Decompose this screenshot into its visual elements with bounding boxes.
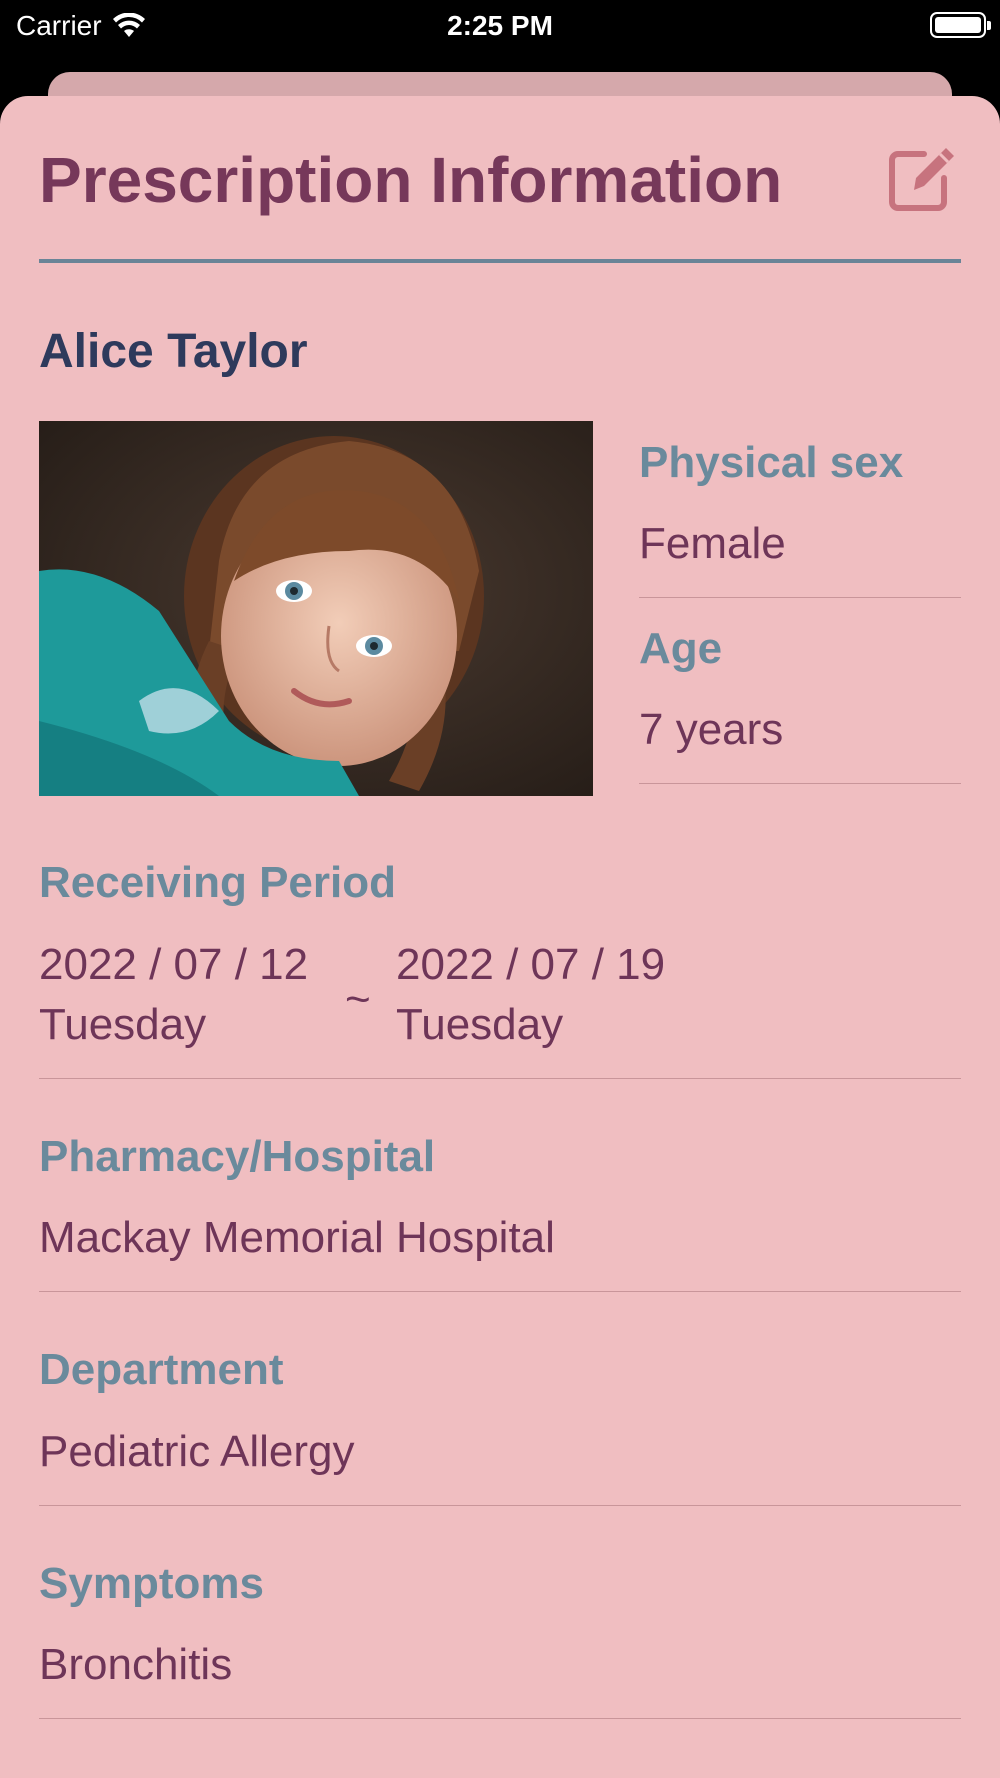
divider	[39, 1718, 961, 1719]
square-pencil-icon	[889, 148, 954, 211]
title-divider	[39, 259, 961, 263]
page-title: Prescription Information	[39, 144, 783, 216]
divider	[639, 597, 961, 598]
divider	[39, 1505, 961, 1506]
divider	[639, 783, 961, 784]
receiving-period-label: Receiving Period	[39, 858, 397, 907]
status-time: 2:25 PM	[447, 10, 553, 41]
age-value: 7 years	[639, 705, 784, 754]
edit-button[interactable]	[884, 140, 956, 212]
physical-sex-value: Female	[639, 519, 786, 568]
pharmacy-value: Mackay Memorial Hospital	[39, 1213, 555, 1262]
battery-icon	[930, 12, 991, 38]
department-value: Pediatric Allergy	[39, 1427, 355, 1476]
start-date: 2022 / 07 / 12	[39, 940, 309, 989]
date-range-separator: ~	[345, 975, 371, 1024]
divider	[39, 1078, 961, 1079]
symptoms-label: Symptoms	[39, 1559, 264, 1608]
end-day: Tuesday	[396, 1000, 564, 1049]
age-label: Age	[639, 624, 723, 673]
end-date: 2022 / 07 / 19	[396, 940, 666, 989]
department-label: Department	[39, 1345, 284, 1394]
pharmacy-label: Pharmacy/Hospital	[39, 1132, 436, 1181]
symptoms-value: Bronchitis	[39, 1640, 233, 1689]
start-day: Tuesday	[39, 1000, 207, 1049]
patient-photo	[39, 421, 593, 796]
divider	[39, 1291, 961, 1292]
status-bar: Carrier 2:25 PM	[0, 0, 1000, 60]
patient-name: Alice Taylor	[39, 325, 308, 378]
physical-sex-label: Physical sex	[639, 438, 904, 487]
